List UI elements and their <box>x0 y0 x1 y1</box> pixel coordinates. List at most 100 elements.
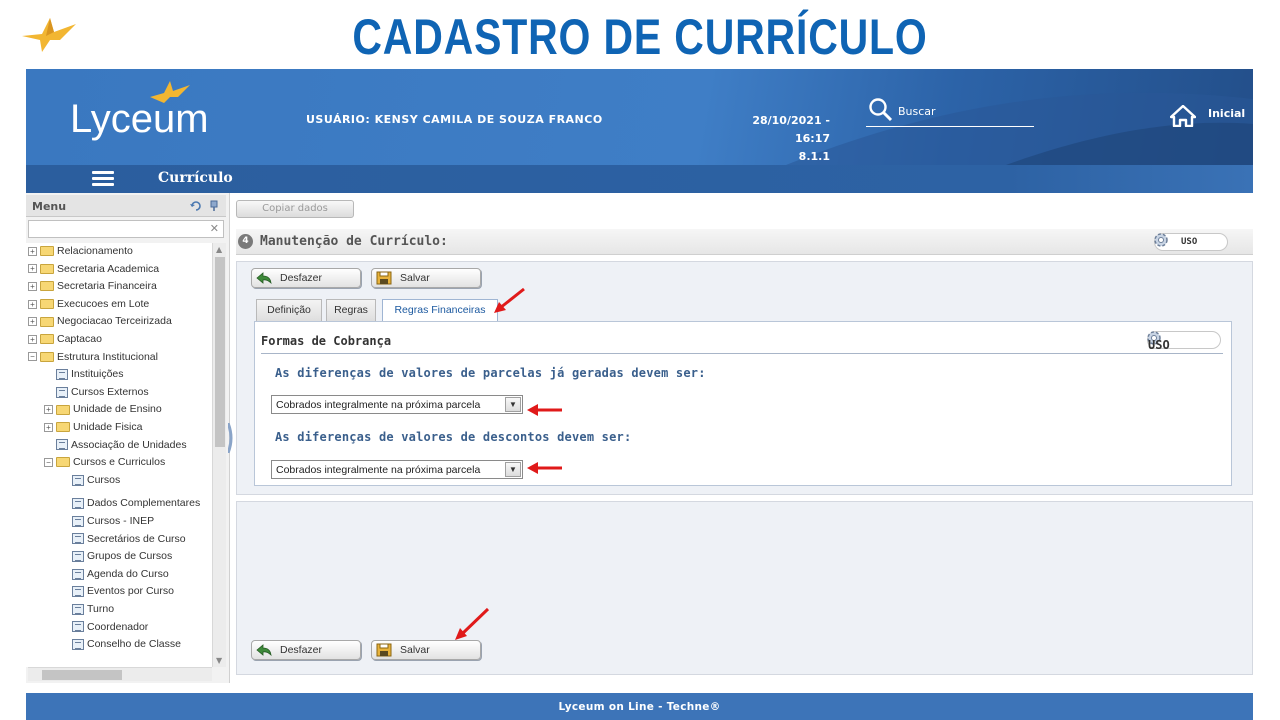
sidebar-item-label: Execucoes em Lote <box>57 297 150 310</box>
folder-icon <box>40 351 54 362</box>
tree-divider <box>26 489 212 497</box>
collapse-handle-icon[interactable] <box>228 423 234 453</box>
sidebar-item[interactable]: + Secretaria Academica <box>28 263 159 280</box>
sidebar-item-label: Secretários de Curso <box>87 532 186 545</box>
expand-icon[interactable]: + <box>44 422 53 432</box>
search-label: Buscar <box>898 105 936 118</box>
folder-icon <box>40 299 54 310</box>
undo-button-bottom[interactable]: Desfazer <box>251 640 361 660</box>
select-descontos-value: Cobrados integralmente na próxima parcel… <box>276 464 481 476</box>
sidebar-item-label: Negociacao Terceirizada <box>57 315 172 328</box>
sidebar-item-label: Instituições <box>71 368 124 381</box>
select-parcelas[interactable]: Cobrados integralmente na próxima parcel… <box>271 395 523 414</box>
refresh-icon[interactable] <box>190 200 202 212</box>
expand-icon[interactable]: + <box>28 281 37 291</box>
tab-regras-financeiras[interactable]: Regras Financeiras <box>382 299 498 322</box>
sidebar-item[interactable]: Associação de Unidades <box>56 439 187 456</box>
sidebar-item[interactable]: + Unidade Fisica <box>44 421 142 438</box>
sidebar-item-label: Turno <box>87 603 115 615</box>
datetime-info: 28/10/2021 - 16:17 8.1.1 <box>716 112 830 165</box>
scroll-down-icon[interactable]: ▼ <box>216 656 222 665</box>
main-content: Copiar dados 4 Manutenção de Currículo: … <box>236 197 1253 683</box>
folder-icon <box>40 263 54 274</box>
sidebar-vertical-scrollbar[interactable]: ▲ ▼ <box>212 243 226 667</box>
sidebar-item[interactable]: Conselho de Classe <box>72 638 181 655</box>
sidebar-horizontal-scrollbar[interactable] <box>28 667 212 681</box>
sidebar-item[interactable]: + Secretaria Financeira <box>28 280 157 297</box>
sidebar-item[interactable]: + Relacionamento <box>28 245 133 262</box>
sidebar-item[interactable]: Turno <box>72 603 114 620</box>
save-button[interactable]: Salvar <box>371 268 481 288</box>
collapse-icon[interactable]: − <box>44 457 53 467</box>
sidebar-item[interactable]: + Execucoes em Lote <box>28 298 149 315</box>
document-icon <box>72 498 84 510</box>
home-icon[interactable] <box>1169 104 1197 128</box>
sidebar-item[interactable]: − Estrutura Institucional <box>28 351 158 368</box>
sidebar-item[interactable]: Secretários de Curso <box>72 533 186 550</box>
version: 8.1.1 <box>798 150 830 163</box>
sidebar-item[interactable]: Grupos de Cursos <box>72 550 172 567</box>
annotation-arrow-icon <box>527 404 562 416</box>
undo-button[interactable]: Desfazer <box>251 268 361 288</box>
gear-icon <box>1154 233 1168 247</box>
hamburger-menu-icon[interactable] <box>92 171 114 187</box>
sidebar-item[interactable]: Agenda do Curso <box>72 568 169 585</box>
sidebar-item[interactable]: + Negociacao Terceirizada <box>28 315 172 332</box>
expand-icon[interactable]: + <box>28 317 37 327</box>
home-label[interactable]: Inicial <box>1208 107 1245 120</box>
copy-data-button[interactable]: Copiar dados <box>236 200 354 218</box>
user-info: USUÁRIO: KENSY CAMILA DE SOUZA FRANCO <box>306 113 603 126</box>
undo-icon <box>256 272 272 285</box>
section-title: Manutenção de Currículo: <box>260 234 448 249</box>
sidebar-item[interactable]: − Cursos e Curriculos <box>44 456 165 473</box>
sidebar-item-label: Cursos e Curriculos <box>73 456 166 469</box>
expand-icon[interactable]: + <box>28 299 37 309</box>
sidebar-item-label: Associação de Unidades <box>71 438 187 451</box>
tab-definicao[interactable]: Definição <box>256 299 322 321</box>
chevron-down-icon[interactable]: ▼ <box>505 397 521 412</box>
tab-content: Formas de Cobrança USO As diferenças de … <box>254 321 1232 486</box>
select-descontos[interactable]: Cobrados integralmente na próxima parcel… <box>271 460 523 479</box>
sidebar-menu: Menu ✕ + Relacionamento + Secretaria Academ… <box>26 193 230 683</box>
sidebar-item[interactable]: Cursos Externos <box>56 386 149 403</box>
panel-title: Formas de Cobrança <box>261 334 392 348</box>
menu-filter-input[interactable]: ✕ <box>28 220 224 238</box>
expand-icon[interactable]: + <box>28 334 37 344</box>
save-button-bottom[interactable]: Salvar <box>371 640 481 660</box>
sidebar-item[interactable]: Eventos por Curso <box>72 585 174 602</box>
sidebar-item[interactable]: Coordenador <box>72 621 148 638</box>
scrollbar-thumb[interactable] <box>215 257 225 447</box>
panel-header: Formas de Cobrança USO <box>261 328 1223 354</box>
search-field[interactable]: Buscar <box>866 97 1034 127</box>
pin-icon[interactable] <box>208 200 220 212</box>
chevron-down-icon[interactable]: ▼ <box>505 462 521 477</box>
uso-toggle[interactable]: USO <box>1154 233 1228 251</box>
collapse-icon[interactable]: − <box>28 352 37 362</box>
clear-filter-icon[interactable]: ✕ <box>210 222 219 235</box>
expand-icon[interactable]: + <box>28 246 37 256</box>
uso-label: USO <box>1181 237 1198 247</box>
sidebar-item[interactable]: Dados Complementares <box>72 497 200 514</box>
sidebar-item[interactable]: Cursos - INEP <box>72 515 154 532</box>
expand-icon[interactable]: + <box>44 405 53 415</box>
scroll-up-icon[interactable]: ▲ <box>216 245 222 254</box>
sidebar-item-label: Coordenador <box>87 620 149 633</box>
home-link[interactable]: Inicial <box>1169 104 1245 131</box>
search-icon[interactable] <box>868 97 894 123</box>
expand-icon[interactable]: + <box>28 264 37 274</box>
undo-icon <box>256 644 272 657</box>
app-footer: Lyceum on Line - Techne® <box>26 693 1253 720</box>
tab-regras[interactable]: Regras <box>326 299 376 321</box>
sidebar-item[interactable]: Instituições <box>56 368 124 385</box>
scrollbar-thumb[interactable] <box>42 670 122 680</box>
sidebar-item[interactable]: + Unidade de Ensino <box>44 403 162 420</box>
document-icon <box>72 586 84 598</box>
save-icon <box>376 643 392 657</box>
sidebar-item[interactable]: + Captacao <box>28 333 102 350</box>
lyceum-bird-icon <box>150 81 190 103</box>
uso-toggle[interactable]: USO <box>1147 331 1221 352</box>
sidebar-item-label: Dados Complementares <box>87 497 201 510</box>
save-label: Salvar <box>400 272 430 284</box>
menu-tree: + Relacionamento + Secretaria Academica + Sec… <box>26 243 212 667</box>
folder-icon <box>56 404 70 415</box>
